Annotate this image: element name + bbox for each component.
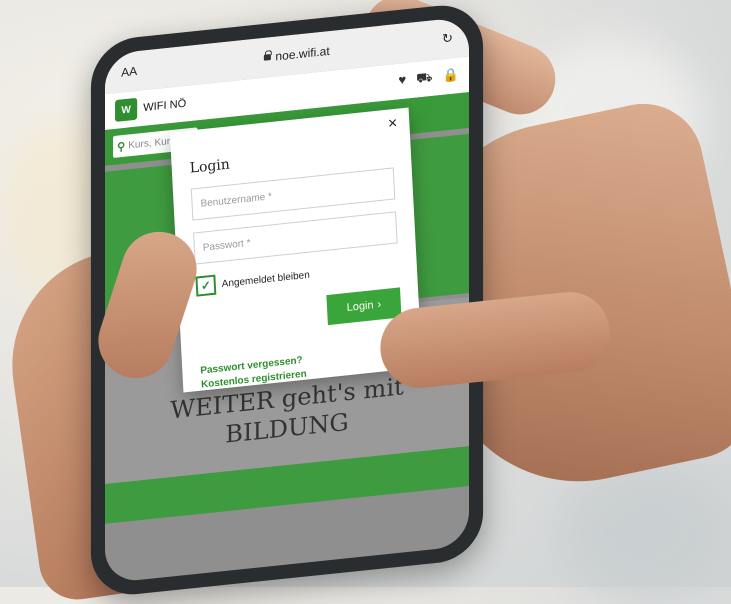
username-placeholder: Benutzername * bbox=[200, 190, 273, 210]
brand-name: WIFI NÖ bbox=[143, 97, 187, 115]
reload-icon[interactable]: ↻ bbox=[433, 30, 453, 48]
text-size-button[interactable]: AA bbox=[121, 61, 161, 80]
url-text: noe.wifi.at bbox=[275, 43, 330, 64]
close-icon[interactable]: × bbox=[388, 115, 398, 134]
lock-icon bbox=[264, 53, 272, 61]
username-field[interactable]: Benutzername * bbox=[190, 167, 396, 221]
heart-icon[interactable]: ♥ bbox=[398, 72, 406, 91]
cart-icon[interactable]: ⛟ bbox=[416, 69, 432, 89]
search-icon: ⚲ bbox=[117, 140, 126, 154]
remember-checkbox[interactable]: ✓ bbox=[195, 274, 217, 297]
search-placeholder: Kurs, Kur bbox=[128, 135, 171, 151]
chevron-right-icon: › bbox=[377, 298, 382, 311]
login-button-label: Login bbox=[346, 299, 374, 315]
remember-label: Angemeldet bleiben bbox=[221, 269, 310, 290]
password-placeholder: Passwort * bbox=[202, 237, 251, 254]
account-lock-icon[interactable]: 🔒 bbox=[443, 66, 459, 86]
header-icons: ♥ ⛟ 🔒 bbox=[398, 66, 459, 90]
wifi-logo[interactable]: W bbox=[115, 97, 138, 122]
password-field[interactable]: Passwort * bbox=[193, 211, 398, 265]
